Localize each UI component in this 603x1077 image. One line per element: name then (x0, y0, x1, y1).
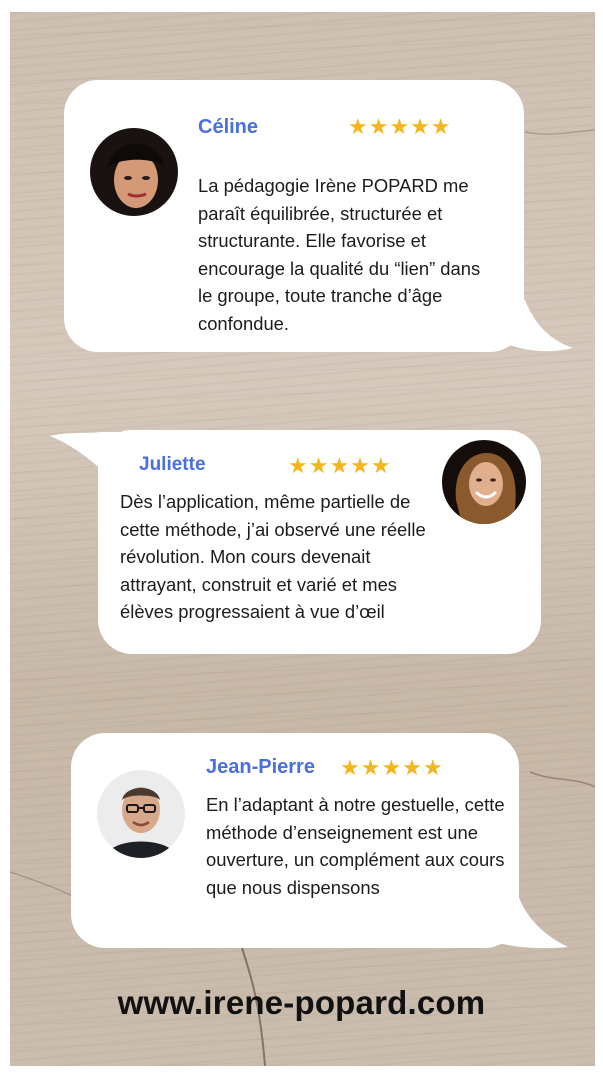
reviewer-name: Jean-Pierre (206, 756, 315, 778)
review-text: La pédagogie Irène POPARD me paraît équi… (198, 175, 481, 334)
reviewer-name: Céline (198, 116, 259, 138)
testimonial-card-celine: Céline ★★★★★ La pédagogie Irène POPARD m… (64, 80, 524, 352)
woman-smiling-avatar (442, 440, 526, 524)
woman-portrait-avatar (90, 128, 178, 216)
testimonial-card-juliette: Juliette ★★★★★ Dès l’application, même p… (98, 430, 541, 654)
testimonial-card-jean-pierre: Jean-Pierre ★★★★★ En l’adaptant à notre … (71, 733, 519, 948)
rating-stars: ★★★★★ (348, 114, 452, 139)
review-text: Dès l’application, même partielle de cet… (120, 491, 426, 622)
man-glasses-avatar (97, 770, 185, 858)
rating-stars: ★★★★★ (288, 453, 392, 478)
review-text: En l’adaptant à notre gestuelle, cette m… (206, 794, 505, 898)
website-url-link[interactable]: www.irene-popard.com (0, 984, 603, 1022)
reviewer-name: Juliette (139, 454, 206, 475)
rating-stars: ★★★★★ (340, 755, 444, 780)
